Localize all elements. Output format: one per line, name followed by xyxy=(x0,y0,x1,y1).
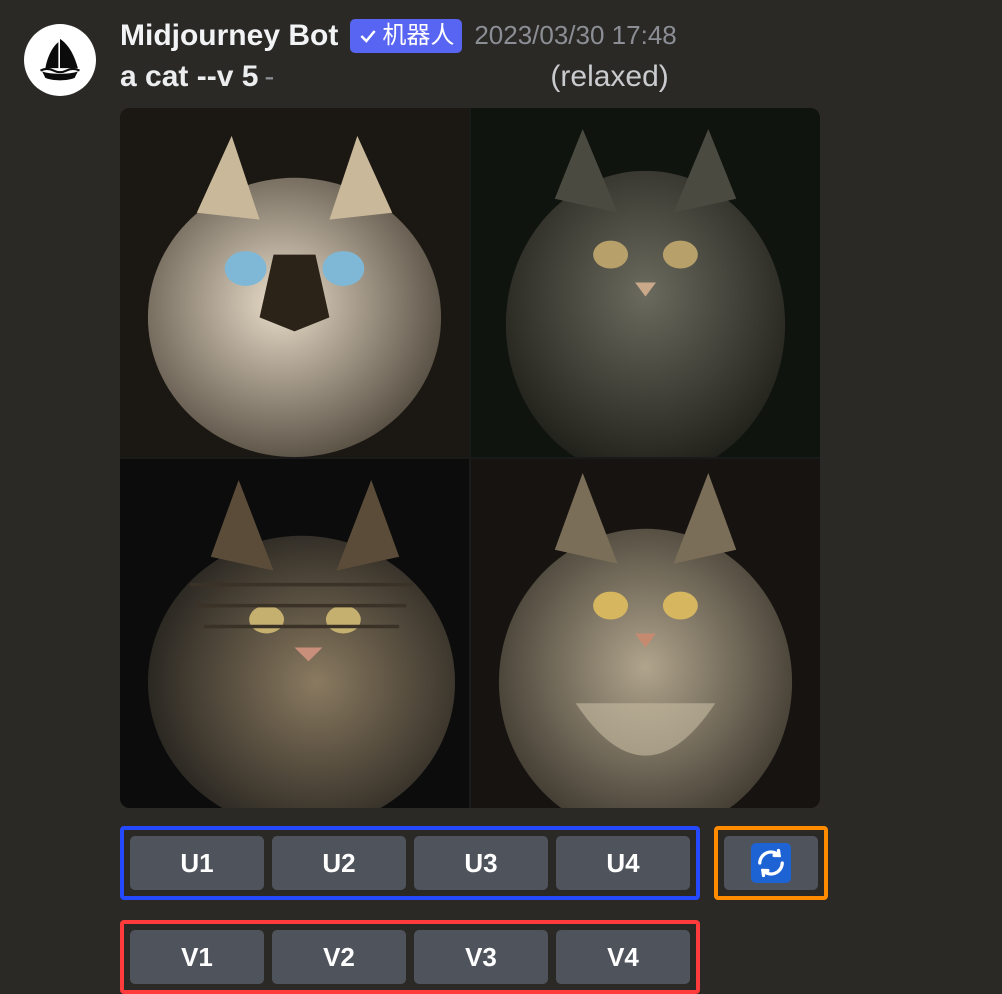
variation-4-button[interactable]: V4 xyxy=(556,930,690,984)
check-icon xyxy=(358,26,378,46)
upscale-3-button[interactable]: U3 xyxy=(414,836,548,890)
upscale-1-button[interactable]: U1 xyxy=(130,836,264,890)
variation-3-button[interactable]: V3 xyxy=(414,930,548,984)
bot-avatar xyxy=(24,24,96,96)
upscale-button-group: U1 U2 U3 U4 xyxy=(120,826,700,900)
timestamp: 2023/03/30 17:48 xyxy=(474,20,676,51)
prompt-line: a cat --v 5 - (relaxed) xyxy=(120,60,982,94)
image-cell-3[interactable] xyxy=(120,459,469,808)
variation-button-group: V1 V2 V3 V4 xyxy=(120,920,700,994)
generated-image-grid[interactable] xyxy=(120,108,820,808)
reroll-button[interactable] xyxy=(724,836,818,890)
reroll-button-group xyxy=(714,826,828,900)
message: Midjourney Bot 机器人 2023/03/30 17:48 a ca… xyxy=(0,0,1002,994)
upscale-2-button[interactable]: U2 xyxy=(272,836,406,890)
variation-2-button[interactable]: V2 xyxy=(272,930,406,984)
prompt-text: a cat --v 5 xyxy=(120,60,258,94)
action-buttons: U1 U2 U3 U4 xyxy=(120,826,982,994)
image-cell-4[interactable] xyxy=(471,459,820,808)
bot-badge-label: 机器人 xyxy=(382,22,454,51)
message-header: Midjourney Bot 机器人 2023/03/30 17:48 xyxy=(120,18,982,54)
variation-1-button[interactable]: V1 xyxy=(130,930,264,984)
sailboat-icon xyxy=(34,34,86,86)
message-content: Midjourney Bot 机器人 2023/03/30 17:48 a ca… xyxy=(120,18,982,994)
bot-badge: 机器人 xyxy=(350,19,462,53)
refresh-icon xyxy=(751,843,791,883)
prompt-mode: (relaxed) xyxy=(550,60,668,94)
image-cell-2[interactable] xyxy=(471,108,820,457)
prompt-separator: - xyxy=(264,60,274,94)
upscale-4-button[interactable]: U4 xyxy=(556,836,690,890)
image-cell-1[interactable] xyxy=(120,108,469,457)
author-name: Midjourney Bot xyxy=(120,18,338,54)
